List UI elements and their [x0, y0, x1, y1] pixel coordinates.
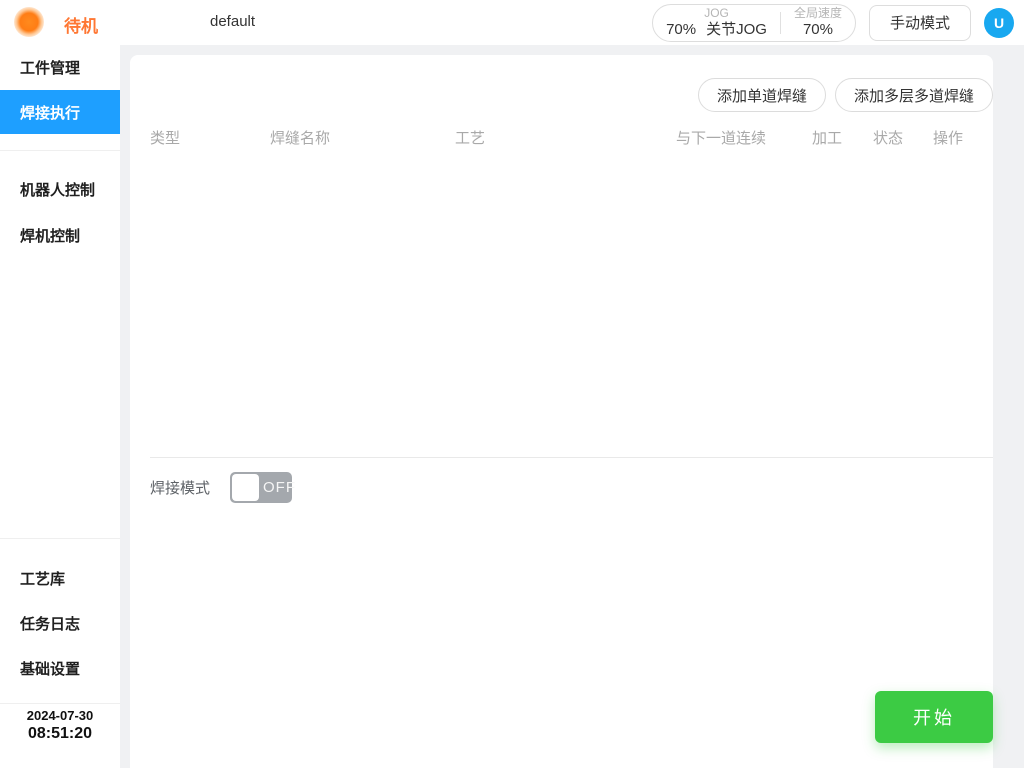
current-project-name: default — [210, 13, 256, 30]
sidebar-item-robot-control[interactable]: 机器人控制 — [0, 167, 120, 211]
sidebar-item-basic-settings[interactable]: 基础设置 — [0, 646, 120, 690]
topbar-right-group: JOG 70% 关节JOG 全局速度 70% 手动模式 U — [652, 3, 1014, 42]
weld-mode-row: 焊接模式 OFF — [150, 471, 295, 503]
column-header-machining: 加工 — [812, 130, 843, 147]
sidebar-item-label: 工件管理 — [20, 59, 81, 77]
sidebar-item-label: 焊机控制 — [20, 227, 81, 245]
weld-execution-panel: 添加单道焊缝 添加多层多道焊缝 类型 焊缝名称 工艺 与下一道连续 加工 状态 … — [130, 55, 993, 768]
column-header-actions: 操作 — [933, 130, 964, 147]
sidebar-item-process-library[interactable]: 工艺库 — [0, 556, 120, 600]
jog-label: JOG — [704, 5, 729, 20]
user-avatar[interactable]: U — [984, 7, 1014, 38]
sidebar-item-label: 机器人控制 — [20, 181, 96, 199]
divider — [150, 457, 993, 458]
jog-speed-value: 70% — [666, 20, 697, 38]
start-button[interactable]: 开始 — [875, 691, 993, 743]
sidebar-item-label: 工艺库 — [20, 570, 66, 588]
add-multilayer-weld-button[interactable]: 添加多层多道焊缝 — [834, 78, 993, 112]
toggle-knob[interactable] — [232, 473, 260, 501]
sidebar-item-welder-control[interactable]: 焊机控制 — [0, 213, 120, 257]
sidebar-item-label: 任务日志 — [20, 615, 81, 633]
sidebar-item-label: 基础设置 — [20, 660, 81, 678]
weld-mode-label: 焊接模式 — [150, 479, 211, 497]
jog-mode-value: 关节JOG — [706, 20, 767, 38]
divider — [0, 538, 120, 539]
divider — [0, 150, 120, 151]
toggle-state-label: OFF — [263, 478, 297, 496]
column-header-type: 类型 — [150, 130, 181, 147]
manual-mode-button[interactable]: 手动模式 — [868, 4, 971, 41]
sidebar: 工件管理 焊接执行 机器人控制 焊机控制 工艺库 任务日志 基础设置 2024-… — [0, 45, 120, 768]
weld-mode-toggle[interactable]: OFF — [230, 471, 295, 503]
sidebar-item-label: 焊接执行 — [20, 104, 81, 122]
sidebar-item-task-log[interactable]: 任务日志 — [0, 601, 120, 645]
add-single-weld-button[interactable]: 添加单道焊缝 — [697, 78, 826, 112]
top-bar: 待机 default JOG 70% 关节JOG 全局速度 70% 手动模式 U — [0, 0, 1024, 45]
system-time: 08:51:20 — [27, 725, 93, 742]
global-speed-value: 70% — [802, 20, 833, 38]
column-header-status: 状态 — [873, 130, 904, 147]
system-datetime: 2024-07-30 08:51:20 — [0, 708, 120, 743]
standby-status-light-icon — [14, 7, 44, 37]
weld-toolbar: 添加单道焊缝 添加多层多道焊缝 — [697, 78, 993, 112]
divider — [0, 703, 120, 704]
global-speed-label: 全局速度 — [793, 5, 842, 20]
global-speed-cell[interactable]: 全局速度 70% — [781, 5, 855, 38]
jog-mode-cell[interactable]: JOG 70% 关节JOG — [653, 5, 780, 38]
column-header-process: 工艺 — [455, 130, 486, 147]
sidebar-item-workpiece-management[interactable]: 工件管理 — [0, 45, 120, 89]
system-date: 2024-07-30 — [26, 708, 94, 723]
jog-speed-widget[interactable]: JOG 70% 关节JOG 全局速度 70% — [652, 3, 856, 42]
robot-status-label: 待机 — [64, 17, 98, 36]
column-header-continuous: 与下一道连续 — [676, 130, 767, 147]
column-header-weld-name: 焊缝名称 — [270, 130, 331, 147]
sidebar-item-weld-execution[interactable]: 焊接执行 — [0, 90, 120, 134]
